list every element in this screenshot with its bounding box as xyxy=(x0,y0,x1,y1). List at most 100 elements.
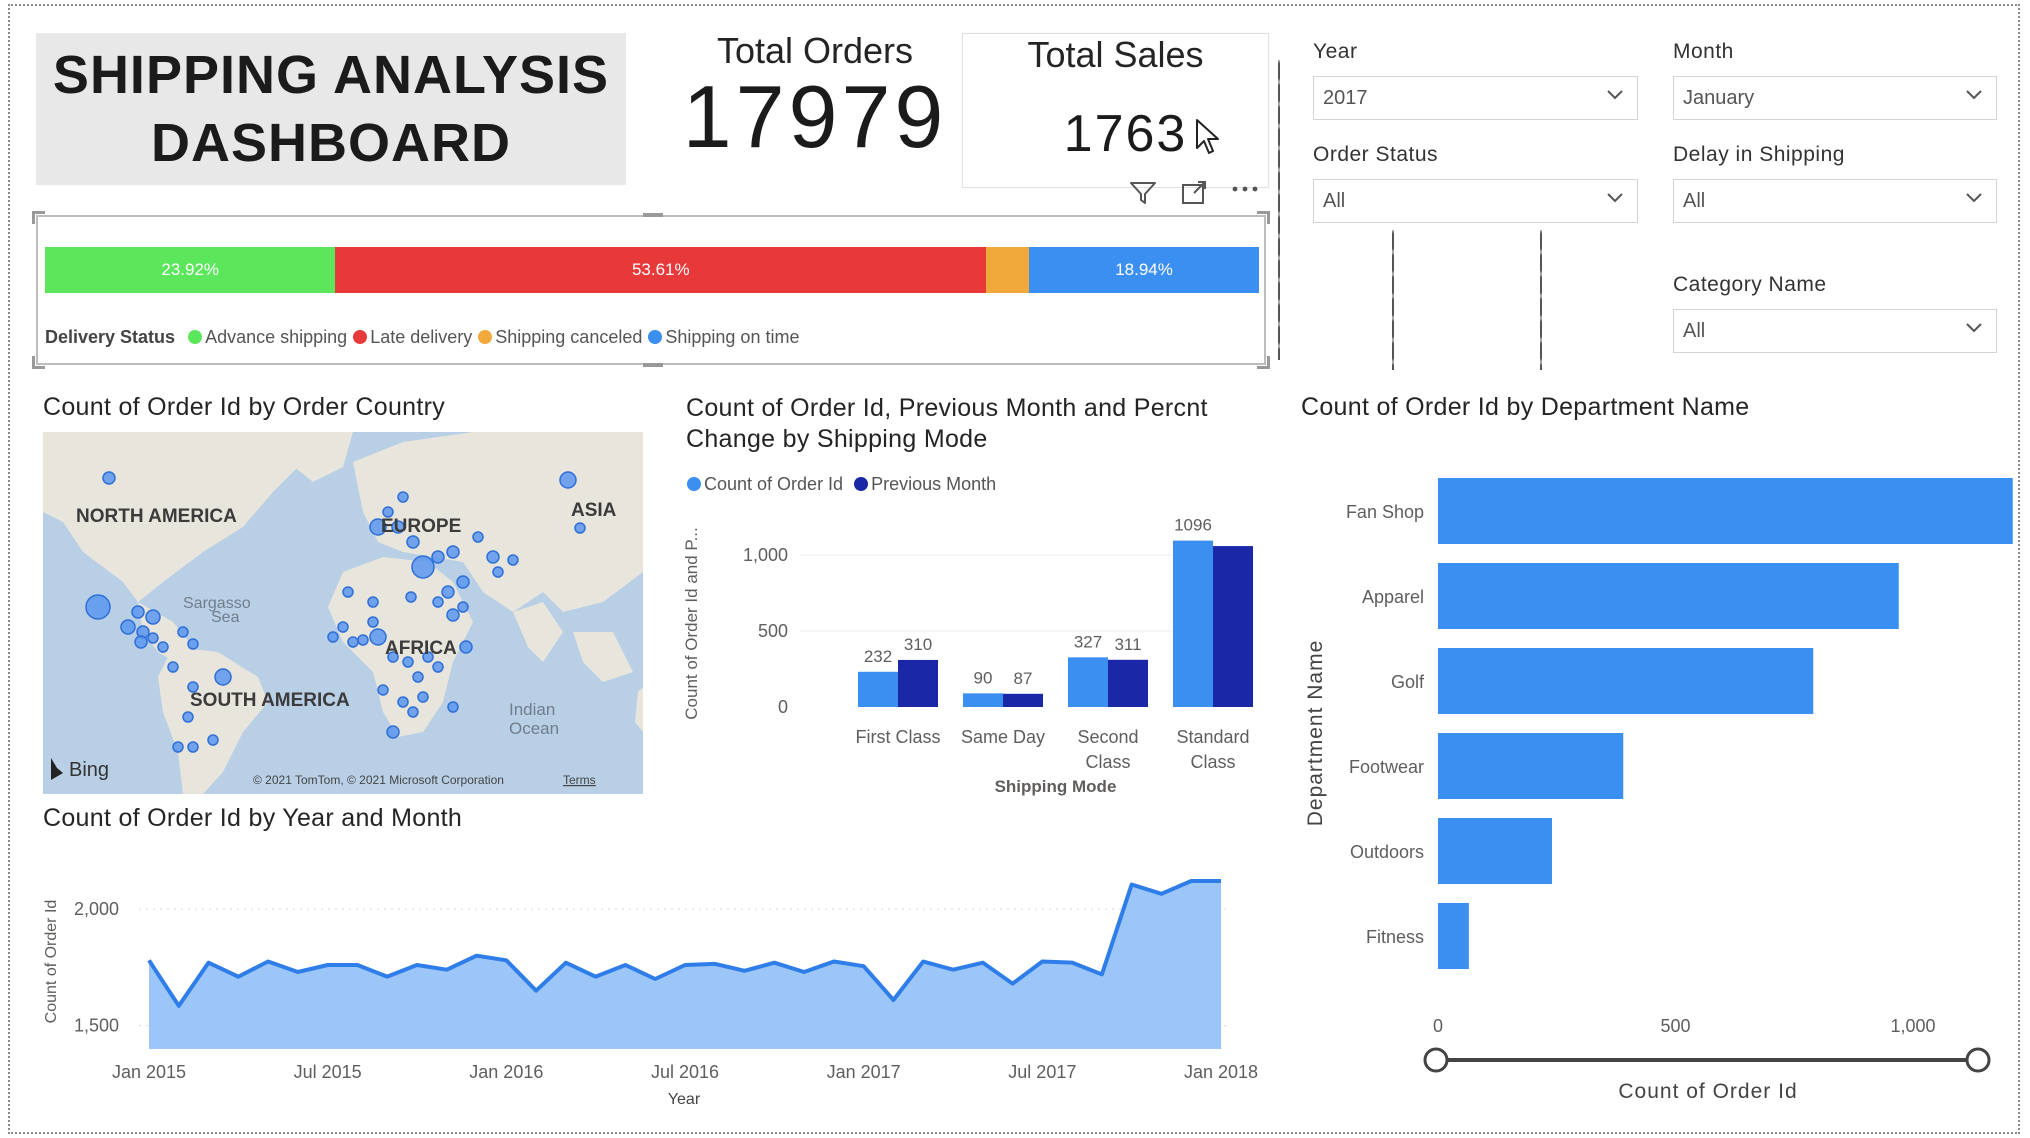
chevron-down-icon[interactable] xyxy=(1966,320,1982,336)
country-bubble[interactable] xyxy=(417,691,429,703)
country-bubble[interactable] xyxy=(397,696,409,708)
status-segment[interactable]: 18.94% xyxy=(1029,247,1260,293)
country-bubble[interactable] xyxy=(412,671,424,683)
country-bubble[interactable] xyxy=(377,684,389,696)
country-bubble[interactable] xyxy=(357,634,369,646)
country-bubble[interactable] xyxy=(134,635,148,649)
country-bubble[interactable] xyxy=(406,535,420,549)
country-bubble[interactable] xyxy=(405,591,417,603)
country-bubble[interactable] xyxy=(441,585,455,599)
bar[interactable] xyxy=(1438,818,1552,884)
country-bubble[interactable] xyxy=(432,596,444,608)
bar[interactable] xyxy=(1003,693,1043,707)
country-bubble[interactable] xyxy=(147,632,159,644)
country-bubble[interactable] xyxy=(457,601,469,613)
world-map[interactable]: NORTH AMERICA EUROPE ASIA AFRICA SOUTH A… xyxy=(43,432,643,794)
delivery-status-visual[interactable]: 23.92% 53.61% 18.94% Delivery Status Advan… xyxy=(32,211,1270,369)
bar[interactable] xyxy=(858,671,898,707)
bar[interactable] xyxy=(1173,540,1213,707)
country-bubble[interactable] xyxy=(120,619,136,635)
country-bubble[interactable] xyxy=(342,586,354,598)
country-bubble[interactable] xyxy=(431,550,445,564)
zoom-slider-end-handle[interactable] xyxy=(1965,1047,1991,1073)
bar[interactable] xyxy=(1213,546,1253,707)
country-bubble[interactable] xyxy=(472,531,484,543)
country-bubble[interactable] xyxy=(207,734,219,746)
status-segment[interactable]: 53.61% xyxy=(335,247,987,293)
year-month-chart[interactable]: 1,500 2,000 Jan 2015 Jul 2015 Jan 2016 Jul 20… xyxy=(36,840,1276,1120)
country-bubble[interactable] xyxy=(327,631,339,643)
country-bubble[interactable] xyxy=(397,491,409,503)
order-status-dropdown[interactable]: All xyxy=(1313,179,1638,223)
country-bubble[interactable] xyxy=(145,609,161,625)
chevron-down-icon[interactable] xyxy=(1966,190,1982,206)
country-bubble[interactable] xyxy=(456,575,470,589)
bar[interactable] xyxy=(1438,563,1899,629)
country-bubble[interactable] xyxy=(386,725,400,739)
bar[interactable] xyxy=(963,693,1003,707)
country-bubble[interactable] xyxy=(187,741,199,753)
country-bubble[interactable] xyxy=(182,711,194,723)
country-bubble[interactable] xyxy=(85,594,111,620)
bar[interactable] xyxy=(1438,648,1814,714)
department-chart[interactable]: Fan Shop Apparel Golf Footwear Outdoors Fitne… xyxy=(1290,440,2020,1120)
year-slicer[interactable]: Year 2017 xyxy=(1313,40,1638,120)
country-bubble[interactable] xyxy=(131,605,145,619)
bar[interactable] xyxy=(1438,903,1469,969)
category-name-dropdown[interactable]: All xyxy=(1673,309,1997,353)
order-country-map[interactable]: NORTH AMERICA EUROPE ASIA AFRICA SOUTH A… xyxy=(43,432,643,794)
chevron-down-icon[interactable] xyxy=(1607,190,1623,206)
country-bubble[interactable] xyxy=(559,471,577,489)
country-bubble[interactable] xyxy=(337,621,349,633)
country-bubble[interactable] xyxy=(177,626,189,638)
country-bubble[interactable] xyxy=(367,596,379,608)
category-name-slicer[interactable]: Category Name All xyxy=(1673,273,1997,353)
country-bubble[interactable] xyxy=(172,741,184,753)
country-bubble[interactable] xyxy=(446,608,460,622)
bar[interactable] xyxy=(1438,478,2013,544)
country-bubble[interactable] xyxy=(574,522,586,534)
resize-handle[interactable] xyxy=(1257,211,1270,224)
country-bubble[interactable] xyxy=(407,706,419,718)
bar[interactable] xyxy=(1068,657,1108,707)
total-orders-card[interactable]: Total Orders 17979 xyxy=(670,30,960,170)
country-bubble[interactable] xyxy=(102,471,116,485)
chevron-down-icon[interactable] xyxy=(1966,87,1982,103)
map-terms-link[interactable]: Terms xyxy=(563,773,596,787)
status-segment[interactable] xyxy=(986,247,1030,293)
more-options-icon[interactable] xyxy=(1230,182,1260,196)
delay-in-shipping-slicer[interactable]: Delay in Shipping All xyxy=(1673,143,1997,223)
country-bubble[interactable] xyxy=(167,661,179,673)
month-slicer[interactable]: Month January xyxy=(1673,40,1997,120)
country-bubble[interactable] xyxy=(347,636,359,648)
country-bubble[interactable] xyxy=(486,550,500,564)
resize-handle[interactable] xyxy=(32,356,45,369)
shipping-mode-chart[interactable]: 0 500 1,000 Count of Order Id and P... 232 31… xyxy=(680,500,1260,810)
chevron-down-icon[interactable] xyxy=(1607,87,1623,103)
country-bubble[interactable] xyxy=(367,616,379,628)
year-dropdown[interactable]: 2017 xyxy=(1313,76,1638,120)
country-bubble[interactable] xyxy=(446,545,460,559)
delivery-status-bar[interactable]: 23.92% 53.61% 18.94% xyxy=(45,247,1260,293)
country-bubble[interactable] xyxy=(187,638,199,650)
resize-handle[interactable] xyxy=(1257,356,1270,369)
resize-handle[interactable] xyxy=(643,363,663,367)
country-bubble[interactable] xyxy=(157,641,169,653)
country-bubble[interactable] xyxy=(214,668,232,686)
resize-handle[interactable] xyxy=(32,211,45,224)
filter-icon[interactable] xyxy=(1129,180,1157,206)
country-bubble[interactable] xyxy=(492,566,504,578)
country-bubble[interactable] xyxy=(432,661,444,673)
month-dropdown[interactable]: January xyxy=(1673,76,1997,120)
bar[interactable] xyxy=(1438,733,1624,799)
resize-handle[interactable] xyxy=(643,213,663,217)
country-bubble[interactable] xyxy=(507,554,519,566)
total-sales-card[interactable]: Total Sales 1763 xyxy=(962,33,1269,188)
country-bubble[interactable] xyxy=(447,701,459,713)
order-status-slicer[interactable]: Order Status All xyxy=(1313,143,1638,223)
country-bubble[interactable] xyxy=(411,555,435,579)
bar[interactable] xyxy=(1108,659,1148,707)
focus-mode-icon[interactable] xyxy=(1180,180,1208,206)
status-segment[interactable]: 23.92% xyxy=(45,247,336,293)
country-bubble[interactable] xyxy=(459,640,473,654)
